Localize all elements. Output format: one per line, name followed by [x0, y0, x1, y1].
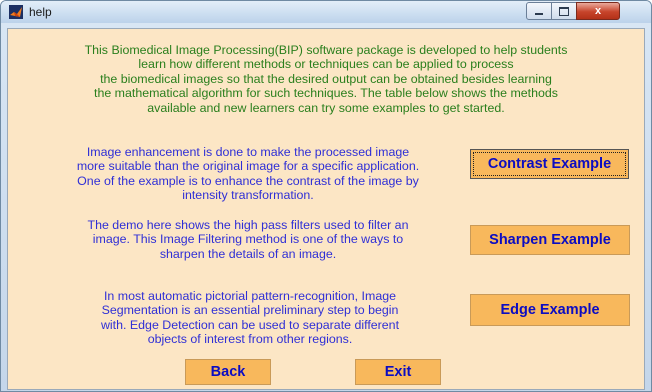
help-window: help x This Biomedical Image Processing(… [0, 0, 652, 392]
edge-example-button[interactable]: Edge Example [470, 294, 630, 326]
maximize-button[interactable] [551, 2, 577, 20]
sharpen-description: The demo here shows the high pass filter… [87, 218, 409, 261]
contrast-example-button[interactable]: Contrast Example [470, 149, 629, 179]
help-panel: This Biomedical Image Processing(BIP) so… [7, 28, 645, 390]
sharpen-example-button[interactable]: Sharpen Example [470, 225, 630, 255]
close-button[interactable]: x [576, 2, 620, 20]
edge-description: In most automatic pictorial pattern-reco… [100, 289, 400, 347]
exit-button[interactable]: Exit [355, 359, 441, 385]
back-button[interactable]: Back [185, 359, 271, 385]
minimize-icon [535, 13, 543, 15]
maximize-icon [559, 6, 569, 16]
matlab-figure-icon [9, 5, 23, 19]
close-icon: x [594, 5, 602, 17]
title-bar[interactable]: help x [1, 1, 651, 23]
intro-text: This Biomedical Image Processing(BIP) so… [84, 43, 568, 115]
window-title: help [29, 5, 52, 19]
minimize-button[interactable] [526, 2, 552, 20]
contrast-description: Image enhancement is done to make the pr… [76, 145, 420, 203]
